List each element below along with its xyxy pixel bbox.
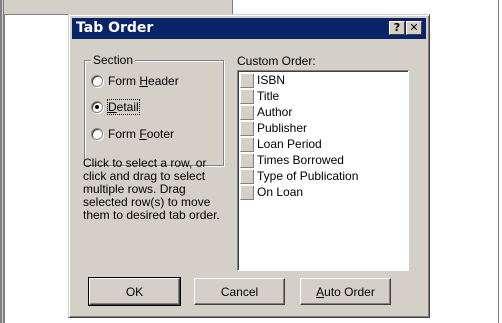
list-item[interactable]: ISBN <box>240 72 285 88</box>
ok-button-label: OK <box>125 284 144 299</box>
cancel-button[interactable]: Cancel <box>194 278 285 305</box>
section-legend: Section <box>91 53 136 67</box>
radio-label-form-footer: Form Footer <box>108 127 175 141</box>
radio-form-footer[interactable]: Form Footer <box>91 126 174 142</box>
auto-order-button-label: Auto Order <box>316 284 375 299</box>
radio-label-form-header: Form Header <box>108 74 179 88</box>
row-selector[interactable] <box>240 184 254 200</box>
list-item[interactable]: Times Borrowed <box>240 152 344 168</box>
row-selector[interactable] <box>240 72 254 88</box>
row-selector[interactable] <box>240 152 254 168</box>
auto-order-button[interactable]: Auto Order <box>300 278 391 305</box>
radio-button[interactable] <box>91 75 103 87</box>
instructions-text: Click to select a row, or click and drag… <box>83 156 220 222</box>
help-icon: ? <box>393 21 401 34</box>
custom-order-label: Custom Order: <box>237 54 316 68</box>
tab-order-dialog: Tab Order ? ✕ Section Form Header Detail… <box>68 14 430 318</box>
background-window-edge <box>498 0 499 323</box>
radio-detail[interactable]: Detail <box>91 99 140 115</box>
dialog-titlebar[interactable]: Tab Order ? ✕ <box>72 18 426 39</box>
radio-button[interactable] <box>91 128 103 140</box>
help-button[interactable]: ? <box>389 21 405 35</box>
row-selector[interactable] <box>240 120 254 136</box>
list-item[interactable]: Type of Publication <box>240 168 358 184</box>
list-item[interactable]: Author <box>240 104 292 120</box>
row-selector[interactable] <box>240 168 254 184</box>
radio-form-header[interactable]: Form Header <box>91 73 179 89</box>
dialog-title: Tab Order <box>76 20 154 36</box>
row-selector[interactable] <box>240 136 254 152</box>
cancel-button-label: Cancel <box>220 284 259 299</box>
radio-button[interactable] <box>91 101 103 113</box>
list-item[interactable]: Publisher <box>240 120 307 136</box>
custom-order-list[interactable]: ISBN Title Author Publisher Loan Period … <box>237 70 409 271</box>
background-panel <box>4 0 233 15</box>
ok-button[interactable]: OK <box>88 277 181 306</box>
list-item[interactable]: Title <box>240 88 279 104</box>
row-selector[interactable] <box>240 104 254 120</box>
list-item[interactable]: On Loan <box>240 184 303 200</box>
background-frame-line <box>4 14 5 323</box>
row-selector[interactable] <box>240 88 254 104</box>
close-icon: ✕ <box>409 21 419 34</box>
close-button[interactable]: ✕ <box>406 21 422 35</box>
radio-label-detail: Detail <box>107 99 140 115</box>
list-item[interactable]: Loan Period <box>240 136 322 152</box>
